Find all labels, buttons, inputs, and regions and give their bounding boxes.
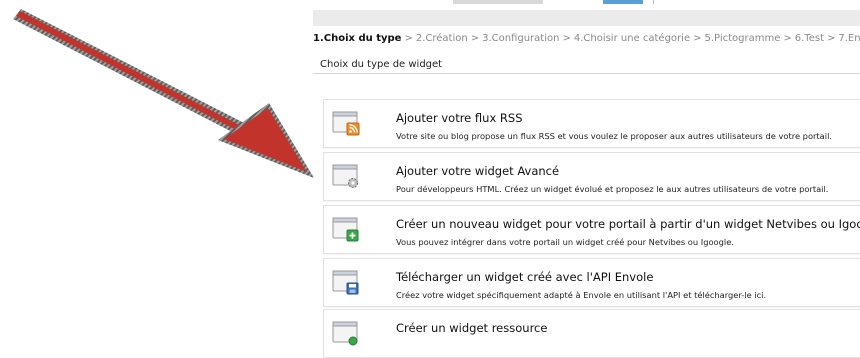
arrow-head <box>224 108 307 172</box>
arrow-shaft <box>16 11 245 133</box>
arrow-shape <box>13 9 314 178</box>
annotation-arrow <box>13 9 314 178</box>
